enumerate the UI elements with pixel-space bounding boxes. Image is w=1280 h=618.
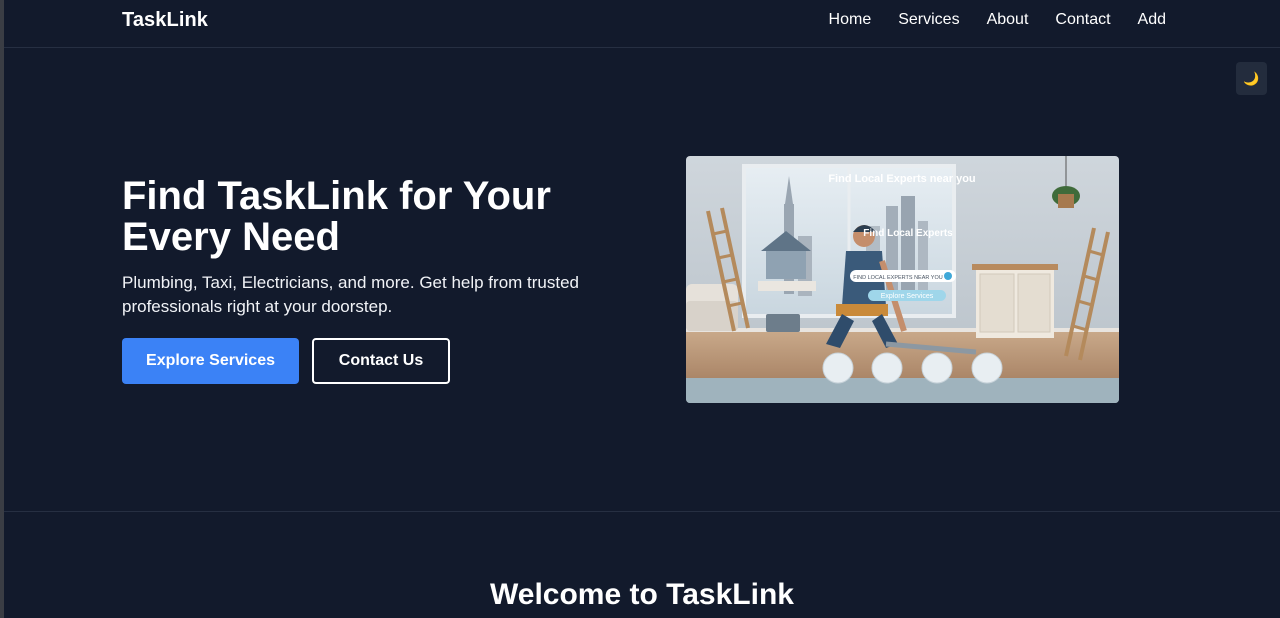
section-divider	[4, 511, 1280, 512]
nav-links: Home Services About Contact Add	[802, 11, 1166, 29]
nav-link-about[interactable]: About	[987, 11, 1029, 29]
moon-icon: 🌙	[1243, 70, 1260, 86]
hero-title: Find TaskLink for Your Every Need	[122, 174, 551, 259]
welcome-title: Welcome to TaskLink	[490, 578, 794, 611]
nav-link-contact[interactable]: Contact	[1055, 11, 1110, 29]
illustration-search: FIND LOCAL EXPERTS NEAR YOU	[853, 275, 942, 281]
nav-link-services[interactable]: Services	[898, 11, 959, 29]
brand-logo[interactable]: TaskLink	[122, 9, 208, 32]
nav-link-home[interactable]: Home	[829, 11, 872, 29]
navbar: TaskLink Home Services About Contact Add	[4, 0, 1280, 48]
explore-services-button[interactable]: Explore Services	[122, 338, 299, 384]
contact-us-button[interactable]: Contact Us	[312, 338, 450, 384]
illustration-subheadline: Find Local Experts	[863, 228, 953, 239]
nav-link-add[interactable]: Add	[1138, 11, 1166, 29]
hero-subtitle: Plumbing, Taxi, Electricians, and more. …	[122, 273, 579, 316]
illustration-headline: Find Local Experts near you	[828, 173, 975, 185]
theme-toggle-button[interactable]: 🌙	[1236, 62, 1267, 95]
illustration-button: Explore Services	[881, 293, 934, 300]
page: TaskLink Home Services About Contact Add…	[0, 0, 1280, 618]
hero-illustration: Find Local Experts near you Find Local E…	[686, 156, 1119, 403]
